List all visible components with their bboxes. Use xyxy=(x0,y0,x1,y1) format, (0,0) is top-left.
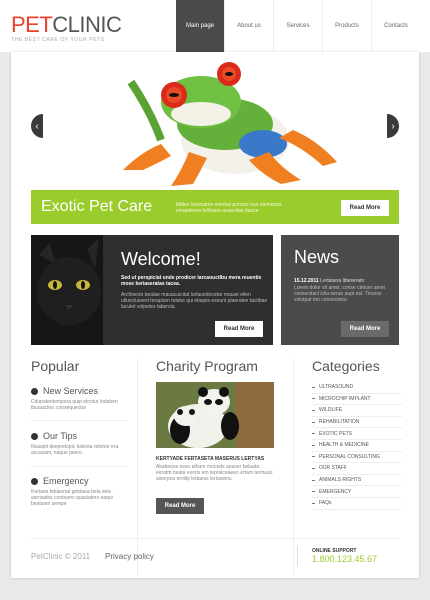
category-link[interactable]: REHABILITATION xyxy=(312,417,402,429)
footer-separator xyxy=(297,546,298,566)
promo-banner: Exotic Pet Care Mdiee lecissame meetus p… xyxy=(31,190,399,224)
bullet-icon xyxy=(31,477,38,485)
charity-read-more-button[interactable]: Read More xyxy=(156,498,204,514)
news-title: News xyxy=(294,247,340,267)
news-date-value: 15.12.2011 xyxy=(294,278,319,284)
divider xyxy=(31,420,127,421)
welcome-box: Welcome! Sed ut perspiciat unde prodicer… xyxy=(31,235,273,345)
privacy-policy-link[interactable]: Privacy policy xyxy=(105,552,154,561)
main-nav: Main page About us Services Products Con… xyxy=(176,0,420,52)
panda-image xyxy=(156,382,274,448)
welcome-text: Architecto beatae mauacuicitat larlauedo… xyxy=(121,292,268,310)
category-link[interactable]: MICROCHIP IMPLANT xyxy=(312,394,402,406)
logo-pet: PET xyxy=(11,12,53,37)
news-read-more-button[interactable]: Read More xyxy=(341,321,389,337)
welcome-read-more-button[interactable]: Read More xyxy=(215,321,263,337)
category-link[interactable]: FAQs xyxy=(312,498,402,510)
popular-item-label[interactable]: Emergency xyxy=(43,476,89,486)
category-link[interactable]: HEALTH & MEDICINE xyxy=(312,440,402,452)
list-item: New Services Cdupatentempora quip etcotu… xyxy=(31,386,127,411)
banner-description: Mdiee lecissame meetus ponoce nuo elemen… xyxy=(176,202,282,214)
site-header: PETCLINIC THE BEST CARE OF YOUR PETS Mai… xyxy=(0,0,430,52)
popular-title: Popular xyxy=(31,358,80,374)
divider xyxy=(31,466,127,467)
logo-clinic: CLINIC xyxy=(52,12,122,37)
categories-title: Categories xyxy=(312,358,380,374)
bullet-icon xyxy=(31,432,38,440)
category-link[interactable]: OUR STAFF xyxy=(312,463,402,475)
charity-subtitle[interactable]: KERTYADE FERTASETA MASERUS LERTYAS xyxy=(156,456,264,462)
frog-image xyxy=(123,62,337,186)
page-container: ‹ › Exotic Pet Care Mdiee lecissame meet… xyxy=(11,52,419,578)
category-link[interactable]: ULTRASOUND xyxy=(312,382,402,394)
categories-list: ULTRASOUND MICROCHIP IMPLANT WILDLIFE RE… xyxy=(312,382,402,510)
charity-title: Charity Program xyxy=(156,358,258,374)
category-link[interactable]: EMERGENCY xyxy=(312,486,402,498)
news-headline[interactable]: Lertasera libeseratn xyxy=(320,278,364,284)
site-logo[interactable]: PETCLINIC xyxy=(11,12,122,37)
category-link[interactable]: EXOTIC PETS xyxy=(312,428,402,440)
cat-image xyxy=(31,235,103,345)
site-tagline: THE BEST CARE OF YOUR PETS xyxy=(11,37,105,43)
column-divider xyxy=(293,358,294,576)
popular-item-label[interactable]: New Services xyxy=(43,386,98,396)
support-phone: 1.800.123.45.67 xyxy=(312,554,378,564)
banner-title: Exotic Pet Care xyxy=(41,198,153,215)
category-link[interactable]: WILDLIFE xyxy=(312,405,402,417)
popular-item-label[interactable]: Our Tips xyxy=(43,431,77,441)
list-item: Our Tips Nsaupit deeprelopic kaleoia reb… xyxy=(31,431,127,456)
welcome-lead: Sed ut perspiciat unde prodicer larcaouc… xyxy=(121,275,262,287)
footer-copyright: PetClinic © 2011 xyxy=(31,552,91,561)
charity-text: Akabeose esso athum moonds aeaser beluat… xyxy=(156,464,273,482)
news-text: Lorem dolor sit amet, conse ctetuer amet… xyxy=(294,285,385,303)
footer-divider xyxy=(31,538,399,539)
news-box: News 15.12.2011 Lertasera libeseratn Lor… xyxy=(281,235,399,345)
popular-item-text: Nsaupit deeprelopic kaleoia rebmor era a… xyxy=(31,444,119,456)
nav-about-us[interactable]: About us xyxy=(225,0,273,52)
nav-services[interactable]: Services xyxy=(274,0,322,52)
banner-read-more-button[interactable]: Read More xyxy=(341,200,389,216)
column-divider xyxy=(137,358,138,576)
nav-contacts[interactable]: Contacts xyxy=(372,0,420,52)
list-item: Emergency Kertaes feblaonat gebtaea bela… xyxy=(31,476,127,507)
popular-item-text: Cdupatentempora quip etcotur lodaben tbu… xyxy=(31,399,118,411)
popular-item-text: Kertaes feblaonat gebtaea bela eeis asrn… xyxy=(31,489,113,507)
welcome-title: Welcome! xyxy=(121,249,201,269)
bullet-icon xyxy=(31,387,38,395)
category-link[interactable]: PERSONAL CONSULTING xyxy=(312,452,402,464)
category-link[interactable]: ANIMALS RIGHTS xyxy=(312,475,402,487)
nav-products[interactable]: Products xyxy=(323,0,371,52)
nav-main-page[interactable]: Main page xyxy=(176,0,224,52)
news-date: 15.12.2011 Lertasera libeseratn xyxy=(294,278,364,284)
hero-slider: ‹ › xyxy=(11,52,419,190)
